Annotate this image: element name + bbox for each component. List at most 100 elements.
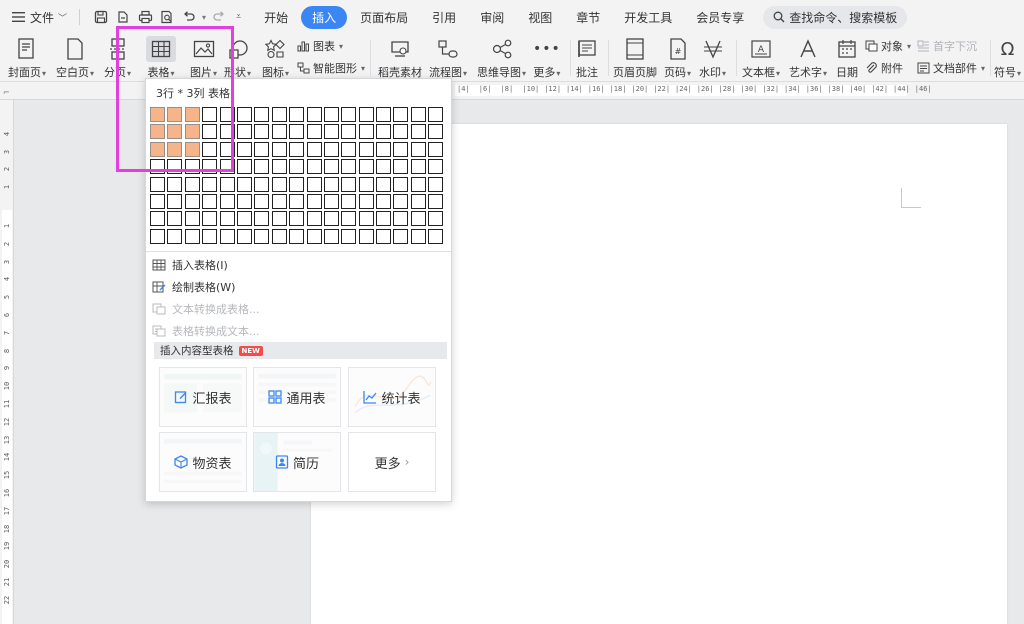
grid-cell[interactable] [254, 141, 270, 157]
grid-cell[interactable] [323, 211, 339, 227]
chevron-down-icon[interactable]: ▾ [202, 13, 206, 22]
grid-cell[interactable] [306, 107, 322, 122]
grid-cell[interactable] [376, 228, 392, 244]
file-menu[interactable]: 文件 ﹀ [12, 9, 67, 26]
grid-cell[interactable] [358, 176, 374, 192]
supplies-table-card[interactable]: 物资表 [159, 432, 247, 492]
blank-page-button[interactable]: 空白页▾ [56, 34, 94, 82]
customize-quick-access-icon[interactable]: ⩡ [236, 12, 241, 22]
grid-cell[interactable] [150, 211, 165, 227]
grid-cell[interactable] [306, 159, 322, 175]
grid-cell[interactable] [271, 193, 287, 209]
report-table-card[interactable]: 汇报表 [159, 367, 247, 427]
grid-cell[interactable] [306, 141, 322, 157]
grid-cell[interactable] [341, 107, 357, 122]
grid-cell[interactable] [428, 228, 444, 244]
grid-cell[interactable] [254, 228, 270, 244]
textbox-button[interactable]: A 文本框▾ [742, 34, 780, 82]
print-icon[interactable] [136, 8, 154, 26]
daoke-material-button[interactable]: 稻壳素材 [378, 34, 422, 82]
grid-cell[interactable] [271, 228, 287, 244]
grid-cell[interactable] [410, 124, 426, 140]
icon-button[interactable]: 图标▾ [262, 34, 289, 82]
command-search[interactable]: 查找命令、搜索模板 [763, 5, 908, 29]
grid-cell[interactable] [219, 211, 235, 227]
grid-cell[interactable] [393, 193, 409, 209]
undo-icon[interactable] [180, 8, 198, 26]
save-icon[interactable] [92, 8, 110, 26]
redo-icon[interactable] [210, 8, 228, 26]
grid-cell[interactable] [167, 228, 183, 244]
page-number-button[interactable]: # 页码▾ [664, 34, 691, 82]
date-button[interactable]: 日期 [836, 34, 858, 82]
grid-cell[interactable] [150, 176, 165, 192]
grid-cell[interactable] [219, 228, 235, 244]
grid-cell[interactable] [271, 124, 287, 140]
grid-cell[interactable] [236, 107, 252, 122]
smartart-button[interactable]: 智能图形 ▾ [297, 60, 365, 76]
grid-cell[interactable] [167, 176, 183, 192]
grid-cell[interactable] [341, 124, 357, 140]
grid-cell[interactable] [289, 193, 305, 209]
grid-cell[interactable] [376, 124, 392, 140]
grid-cell[interactable] [289, 228, 305, 244]
grid-cell[interactable] [428, 124, 444, 140]
grid-cell[interactable] [341, 228, 357, 244]
grid-cell[interactable] [289, 141, 305, 157]
grid-cell[interactable] [306, 193, 322, 209]
grid-cell[interactable] [358, 124, 374, 140]
chart-button[interactable]: 图表 ▾ [297, 38, 343, 54]
grid-cell[interactable] [306, 211, 322, 227]
vertical-ruler[interactable]: 4 3 2 1 1 2 3 4 5 6 7 8 9 10 11 12 13 14 15 16 17 18 19 20 21 22 [0, 100, 14, 624]
grid-cell[interactable] [341, 141, 357, 157]
grid-cell[interactable] [236, 211, 252, 227]
grid-cell[interactable] [254, 107, 270, 122]
grid-cell[interactable] [341, 211, 357, 227]
grid-cell[interactable] [271, 176, 287, 192]
grid-cell[interactable] [393, 211, 409, 227]
grid-cell[interactable] [323, 124, 339, 140]
grid-cell[interactable] [236, 228, 252, 244]
grid-cell[interactable] [376, 159, 392, 175]
grid-cell[interactable] [306, 176, 322, 192]
grid-cell[interactable] [410, 176, 426, 192]
grid-cell[interactable] [428, 159, 444, 175]
grid-cell[interactable] [271, 211, 287, 227]
cover-page-button[interactable]: 封面页▾ [8, 34, 46, 82]
grid-cell[interactable] [167, 211, 183, 227]
grid-cell[interactable] [271, 141, 287, 157]
grid-cell[interactable] [376, 211, 392, 227]
grid-cell[interactable] [254, 193, 270, 209]
grid-cell[interactable] [358, 193, 374, 209]
grid-cell[interactable] [410, 211, 426, 227]
grid-cell[interactable] [271, 107, 287, 122]
grid-cell[interactable] [358, 228, 374, 244]
print-preview-icon[interactable] [158, 8, 176, 26]
comment-button[interactable]: 批注 [576, 34, 598, 82]
grid-cell[interactable] [410, 193, 426, 209]
grid-cell[interactable] [167, 193, 183, 209]
tab-page-layout[interactable]: 页面布局 [349, 6, 419, 29]
tab-developer[interactable]: 开发工具 [613, 6, 683, 29]
tab-section[interactable]: 章节 [565, 6, 611, 29]
grid-cell[interactable] [428, 176, 444, 192]
header-footer-button[interactable]: 页眉页脚 [613, 34, 657, 82]
grid-cell[interactable] [236, 176, 252, 192]
grid-cell[interactable] [376, 107, 392, 122]
grid-cell[interactable] [184, 193, 200, 209]
grid-cell[interactable] [236, 193, 252, 209]
grid-cell[interactable] [254, 211, 270, 227]
grid-cell[interactable] [393, 176, 409, 192]
wordart-button[interactable]: 艺术字▾ [789, 34, 827, 82]
grid-cell[interactable] [410, 159, 426, 175]
resume-card[interactable]: 简历 [253, 432, 341, 492]
output-pdf-icon[interactable] [114, 8, 132, 26]
grid-cell[interactable] [376, 176, 392, 192]
grid-cell[interactable] [202, 176, 218, 192]
grid-cell[interactable] [323, 107, 339, 122]
general-table-card[interactable]: 通用表 [253, 367, 341, 427]
grid-cell[interactable] [428, 193, 444, 209]
grid-cell[interactable] [410, 141, 426, 157]
grid-cell[interactable] [358, 141, 374, 157]
grid-cell[interactable] [236, 159, 252, 175]
